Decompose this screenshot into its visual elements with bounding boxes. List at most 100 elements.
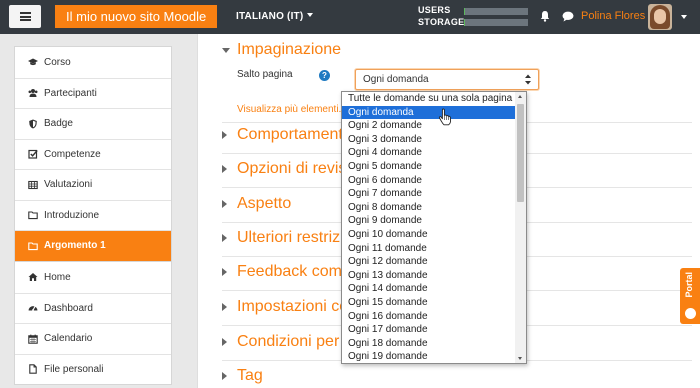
dropdown-option[interactable]: Ogni 8 domande (342, 201, 516, 215)
sidebar-item-introduzione[interactable]: Introduzione (15, 199, 171, 231)
dropdown-option[interactable]: Ogni 15 domande (342, 296, 516, 310)
course-nav-group: Corso Partecipanti Badge Competenze Valu… (14, 46, 172, 262)
avatar-face (654, 9, 666, 24)
sidebar-item-label: Partecipanti (44, 87, 97, 99)
section-header[interactable]: Ulteriori restrizio (222, 227, 353, 249)
expand-caret-icon (222, 268, 227, 276)
dropdown-option[interactable]: Ogni 16 domande (342, 310, 516, 324)
folder-icon (28, 210, 38, 220)
dropdown-option[interactable]: Ogni 7 domande (342, 187, 516, 201)
dropdown-option[interactable]: Ogni 5 domande (342, 160, 516, 174)
site-nav-group: Home Dashboard Calendario File personali (14, 261, 172, 385)
dropdown-scrollbar[interactable] (515, 92, 526, 363)
sidebar-item-valutazioni[interactable]: Valutazioni (15, 169, 171, 200)
dropdown-option[interactable]: Ogni 4 domande (342, 146, 516, 160)
calendar-icon (28, 334, 38, 344)
users-icon (28, 88, 38, 98)
dashboard-icon (28, 303, 38, 313)
chat-icon[interactable] (562, 11, 574, 22)
portal-side-tab[interactable]: Portal (680, 268, 700, 324)
folder-icon (28, 241, 38, 251)
sidebar-item-label: Home (44, 271, 71, 283)
chevron-down-icon (307, 13, 314, 17)
dropdown-option[interactable]: Ogni domanda (342, 105, 516, 120)
question-circle-icon[interactable]: ? (319, 70, 330, 81)
expand-caret-icon (222, 234, 227, 242)
table-icon (28, 180, 38, 190)
home-icon (28, 272, 38, 282)
sidebar-item-label: Dashboard (44, 302, 93, 314)
sidebar-item-partecipanti[interactable]: Partecipanti (15, 77, 171, 109)
dropdown-option[interactable]: Ogni 10 domande (342, 228, 516, 242)
section-header[interactable]: Aspetto (222, 193, 291, 215)
file-icon (28, 364, 38, 374)
dropdown-option[interactable]: Ogni 2 domande (342, 119, 516, 133)
sidebar-item-dashboard[interactable]: Dashboard (15, 292, 171, 324)
sidebar-item-badge[interactable]: Badge (15, 108, 171, 139)
sidebar-item-label: Valutazioni (44, 179, 93, 191)
users-usage-label: USERS (418, 5, 451, 15)
expand-caret-icon (222, 338, 227, 346)
dropdown-option[interactable]: Ogni 18 domande (342, 337, 516, 351)
section-title: Comportamento (237, 126, 352, 143)
salto-pagina-select[interactable]: Ogni domanda (355, 69, 539, 90)
sidebar-item-label: Calendario (44, 333, 93, 345)
section-title: Tag (237, 367, 263, 384)
expand-caret-icon (222, 303, 227, 311)
scroll-down-arrow-icon[interactable] (518, 357, 522, 360)
dropdown-option[interactable]: Ogni 19 domande (342, 350, 516, 363)
dropdown-option[interactable]: Ogni 12 domande (342, 255, 516, 269)
section-title: Ulteriori restrizio (237, 229, 353, 246)
expand-caret-icon (222, 372, 227, 380)
sidebar-item-corso[interactable]: Corso (15, 47, 171, 78)
storage-usage-bar (464, 19, 528, 26)
users-usage-fill (464, 8, 466, 15)
sidebar-item-competenze[interactable]: Competenze (15, 138, 171, 170)
drawer-toggle-button[interactable] (9, 5, 41, 28)
dropdown-option[interactable]: Tutte le domande su una sola pagina (342, 92, 516, 106)
bell-icon[interactable] (539, 10, 551, 22)
site-name-link[interactable]: Il mio nuovo sito Moodle (55, 5, 218, 28)
collapse-caret-icon (222, 47, 230, 53)
graduation-cap-icon (28, 57, 38, 67)
language-label: ITALIANO (IT) (236, 11, 304, 22)
user-menu-chevron-icon[interactable] (681, 15, 687, 19)
salto-pagina-dropdown[interactable]: Tutte le domande su una sola pagina Ogni … (341, 91, 527, 364)
expand-caret-icon (222, 165, 227, 173)
select-value: Ogni domanda (363, 74, 429, 85)
hamburger-icon (19, 12, 31, 21)
dropdown-option[interactable]: Ogni 9 domande (342, 214, 516, 228)
shield-icon (28, 119, 38, 129)
sidebar-item-home[interactable]: Home (15, 262, 171, 293)
show-more-link[interactable]: Visualizza più elementi... (237, 104, 347, 115)
dropdown-option[interactable]: Ogni 6 domande (342, 174, 516, 188)
dropdown-option[interactable]: Ogni 14 domande (342, 282, 516, 296)
avatar[interactable] (648, 4, 672, 30)
dropdown-option[interactable]: Ogni 17 domande (342, 323, 516, 337)
sidebar-item-label: Badge (44, 118, 73, 130)
section-header[interactable]: Comportamento (222, 124, 352, 146)
user-name[interactable]: Polina Flores (581, 10, 645, 22)
section-header[interactable]: Opzioni di revisio (222, 158, 359, 180)
moodle-logo-icon (685, 308, 696, 319)
section-title: Impaginazione (237, 41, 342, 58)
hand-pointer-cursor-icon (438, 108, 452, 126)
section-header[interactable]: Condizioni per l'a (222, 331, 359, 353)
nav-drawer: Corso Partecipanti Badge Competenze Valu… (0, 34, 185, 388)
sidebar-item-argomento-1[interactable]: Argomento 1 (15, 230, 171, 261)
sidebar-item-file-personali[interactable]: File personali (15, 353, 171, 385)
language-menu[interactable]: ITALIANO (IT) (236, 11, 314, 22)
expand-caret-icon (222, 200, 227, 208)
dropdown-option[interactable]: Ogni 13 domande (342, 269, 516, 283)
dropdown-option[interactable]: Ogni 3 domande (342, 133, 516, 147)
section-impaginazione-header[interactable]: Impaginazione (222, 39, 341, 61)
sidebar-item-label: File personali (44, 363, 104, 375)
section-header[interactable]: Tag (222, 365, 263, 387)
sidebar-item-calendario[interactable]: Calendario (15, 323, 171, 354)
expand-caret-icon (222, 131, 227, 139)
scrollbar-thumb[interactable] (517, 104, 524, 202)
scroll-up-arrow-icon[interactable] (518, 95, 522, 98)
dropdown-option[interactable]: Ogni 11 domande (342, 242, 516, 256)
sidebar-item-label: Competenze (44, 148, 101, 160)
sidebar-item-label: Corso (44, 56, 71, 68)
